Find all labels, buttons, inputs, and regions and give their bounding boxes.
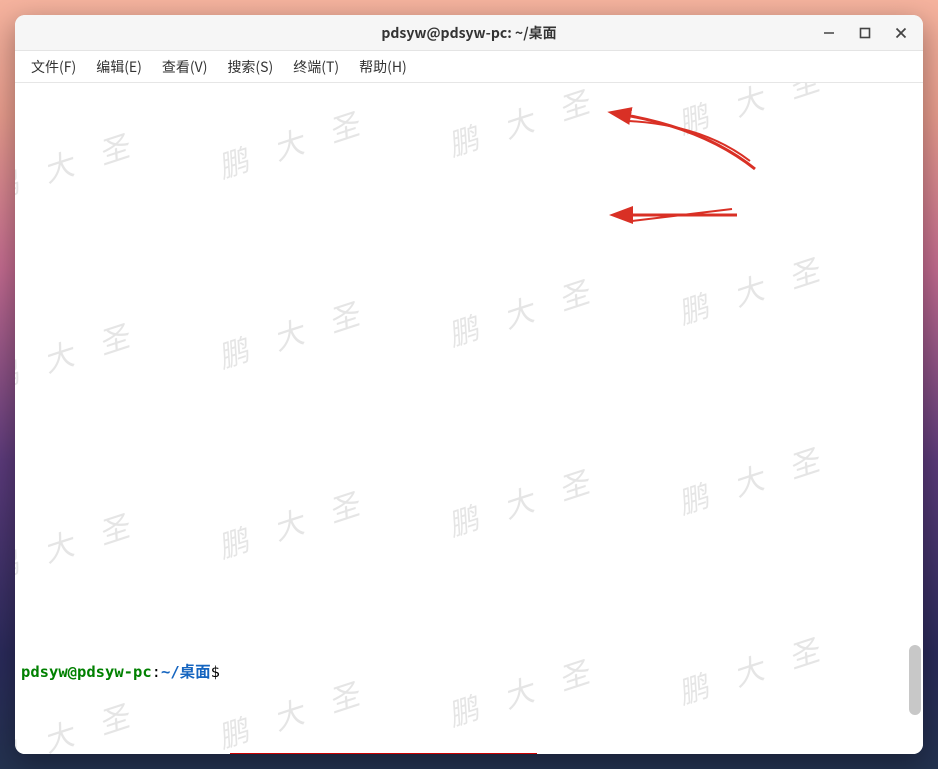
terminal-area[interactable]: 鹏大圣 鹏大圣 鹏大圣 鹏大圣 鹏大圣 鹏大圣 鹏大圣 鹏大圣 鹏大圣 鹏大圣 …	[15, 83, 923, 754]
watermark: 鹏大圣	[446, 273, 619, 349]
menu-view[interactable]: 查看(V)	[152, 53, 218, 81]
terminal-line: pdsyw@pdsyw-pc:~/桌面$ echo > /dev/tcp/192…	[21, 753, 917, 754]
menu-search[interactable]: 搜索(S)	[217, 53, 283, 81]
close-button[interactable]	[883, 15, 919, 51]
watermark: 鹏大圣	[15, 507, 158, 583]
prompt-colon: :	[152, 663, 161, 681]
highlighted-command-1: echo > /dev/tcp/192.168.80.42/80	[230, 753, 537, 754]
menubar: 文件(F) 编辑(E) 查看(V) 搜索(S) 终端(T) 帮助(H)	[15, 51, 923, 83]
prompt-userhost: pdsyw@pdsyw-pc	[21, 663, 152, 681]
menu-file[interactable]: 文件(F)	[21, 53, 86, 81]
window-title: pdsyw@pdsyw-pc: ~/桌面	[381, 23, 556, 43]
watermark: 鹏大圣	[15, 317, 158, 393]
watermark: 鹏大圣	[216, 295, 389, 371]
watermark: 鹏大圣	[446, 463, 619, 539]
watermark: 鹏大圣	[676, 251, 849, 327]
prompt-dollar: $	[211, 663, 220, 681]
menu-terminal[interactable]: 终端(T)	[283, 53, 349, 81]
watermark: 鹏大圣	[676, 441, 849, 517]
arrow-annotation-1	[595, 89, 775, 179]
vertical-scrollbar[interactable]	[909, 85, 921, 748]
arrow-annotation-2	[607, 195, 747, 235]
scroll-thumb[interactable]	[909, 645, 921, 715]
prompt-path: ~/桌面	[161, 663, 211, 681]
watermark: 鹏大圣	[15, 697, 158, 754]
maximize-button[interactable]	[847, 15, 883, 51]
watermark: 鹏大圣	[676, 83, 849, 136]
watermark: 鹏大圣	[216, 675, 389, 751]
watermark: 鹏大圣	[216, 485, 389, 561]
window-controls	[811, 15, 919, 51]
minimize-icon	[822, 26, 836, 40]
terminal-window: pdsyw@pdsyw-pc: ~/桌面 文件(F) 编辑(E) 查看(V) 搜…	[15, 15, 923, 754]
command-text	[220, 663, 229, 681]
watermark: 鹏大圣	[15, 127, 158, 203]
menu-help[interactable]: 帮助(H)	[349, 53, 417, 81]
watermark: 鹏大圣	[446, 83, 619, 158]
menu-edit[interactable]: 编辑(E)	[86, 53, 152, 81]
watermark: 鹏大圣	[216, 105, 389, 181]
terminal-line: pdsyw@pdsyw-pc:~/桌面$	[21, 661, 917, 684]
minimize-button[interactable]	[811, 15, 847, 51]
maximize-icon	[858, 26, 872, 40]
titlebar: pdsyw@pdsyw-pc: ~/桌面	[15, 15, 923, 51]
close-icon	[894, 26, 908, 40]
